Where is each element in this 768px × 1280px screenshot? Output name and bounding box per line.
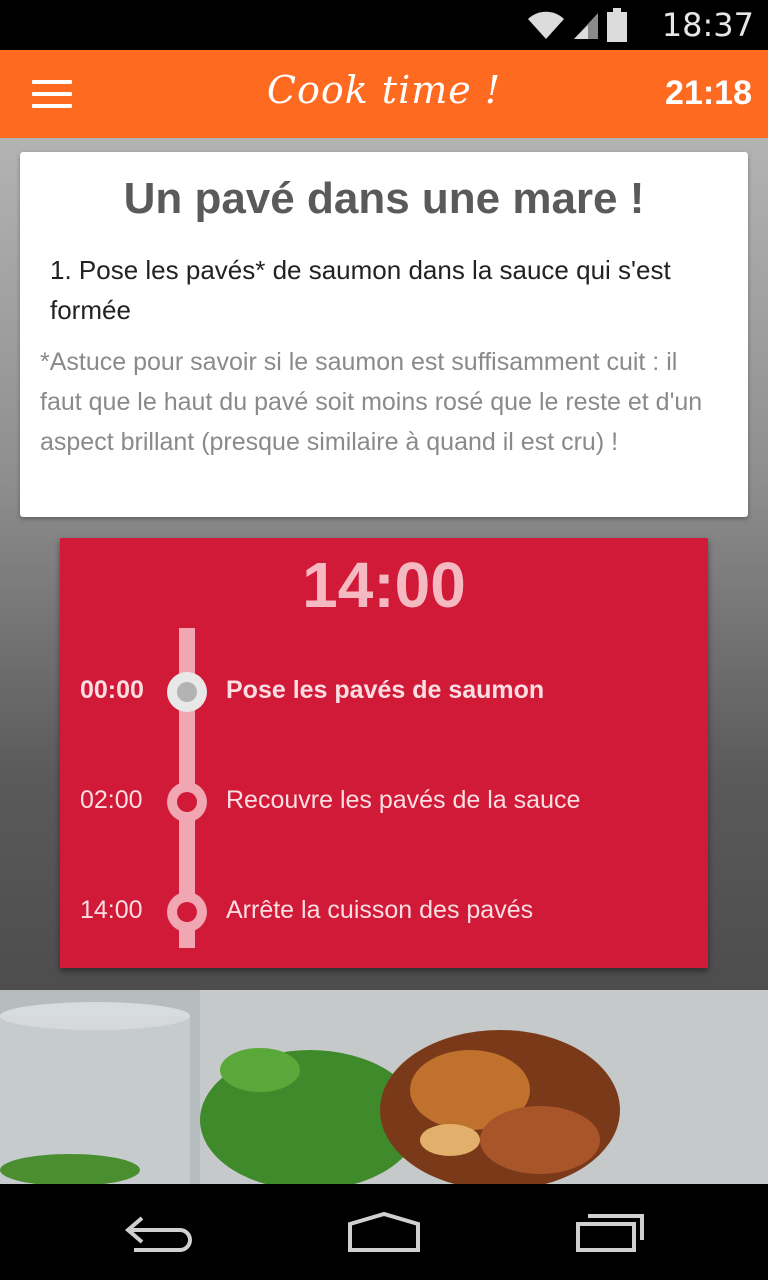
step-text: 1. Pose les pavés* de saumon dans la sau…: [50, 255, 671, 325]
tip-text: *Astuce pour savoir si le saumon est suf…: [40, 348, 703, 456]
recipe-photo: [0, 990, 768, 1184]
timeline-step-time: 02:00: [80, 786, 143, 814]
recent-apps-icon[interactable]: [574, 1210, 646, 1254]
back-icon[interactable]: [124, 1210, 196, 1254]
timeline-dot-icon: [167, 892, 207, 932]
app-clock: 21:18: [665, 74, 752, 112]
app-bar: Cook time ! 21:18: [0, 50, 768, 138]
wifi-icon: [528, 11, 564, 39]
battery-icon: [607, 8, 627, 42]
home-icon[interactable]: [346, 1210, 422, 1254]
timeline-step-label: Arrête la cuisson des pavés: [226, 896, 534, 924]
content-area[interactable]: Un pavé dans une mare ! 1. Pose les pavé…: [0, 138, 768, 990]
recipe-card: Un pavé dans une mare ! 1. Pose les pavé…: [20, 152, 748, 517]
timeline-step[interactable]: 00:00 Pose les pavés de saumon: [60, 672, 708, 716]
timeline-step-label: Recouvre les pavés de la sauce: [226, 786, 581, 814]
timeline-step-label: Pose les pavés de saumon: [226, 676, 545, 704]
navigation-bar: [0, 1184, 768, 1280]
recipe-title: Un pavé dans une mare !: [123, 174, 645, 223]
timeline-dot-icon: [167, 782, 207, 822]
status-time: 18:37: [661, 6, 754, 44]
timeline-step[interactable]: 14:00 Arrête la cuisson des pavés: [60, 892, 708, 936]
app-title: Cook time !: [266, 68, 502, 112]
signal-icon: [574, 13, 598, 39]
timeline-step[interactable]: 02:00 Recouvre les pavés de la sauce: [60, 782, 708, 826]
timer-countdown: 14:00: [302, 549, 466, 621]
status-bar: 18:37: [0, 0, 768, 50]
timeline-step-time: 00:00: [80, 676, 144, 704]
timer-panel[interactable]: 14:00 00:00 Pose les pavés de saumon 02:…: [60, 538, 708, 968]
timeline-step-time: 14:00: [80, 896, 143, 924]
timeline-dot-icon: [167, 672, 207, 712]
